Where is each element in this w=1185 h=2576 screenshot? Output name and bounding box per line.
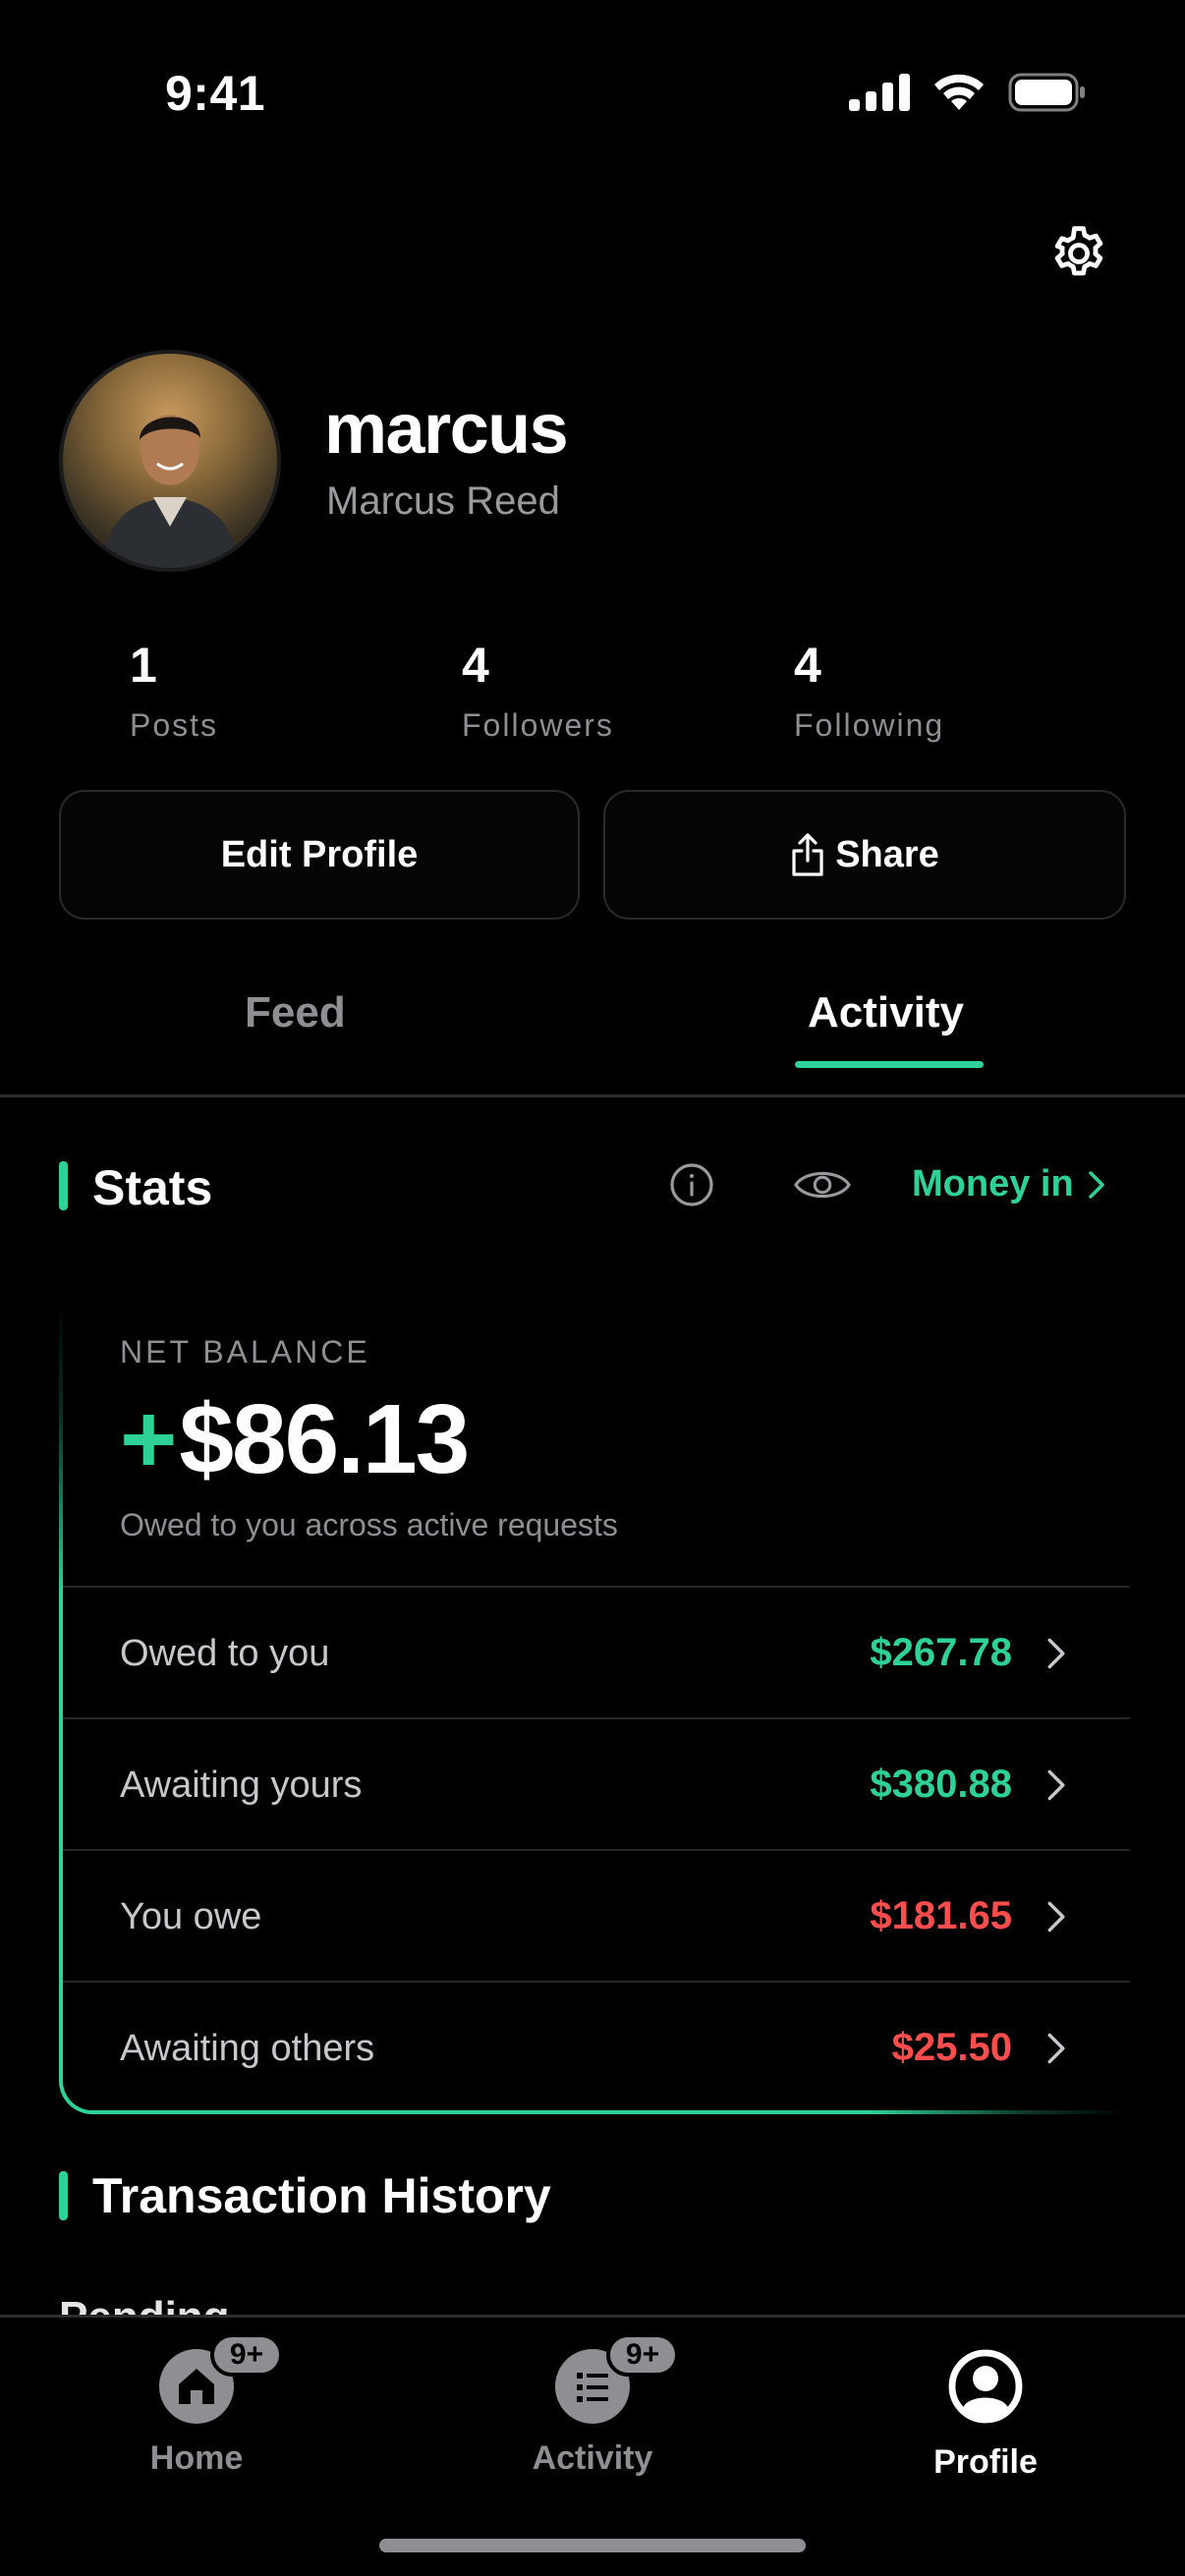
row-value: $181.65 <box>870 1894 1012 1937</box>
stat-posts[interactable]: 1 Posts <box>130 637 218 744</box>
row-value: $267.78 <box>870 1631 1012 1674</box>
net-balance-sign: + <box>120 1384 177 1494</box>
stat-posts-label: Posts <box>130 707 219 743</box>
chevron-right-icon <box>1047 1638 1065 1669</box>
stats-title: Stats <box>92 1160 213 1215</box>
tab-bar-profile-label: Profile <box>933 2443 1038 2481</box>
net-balance-amount: + $86.13 <box>120 1383 470 1496</box>
balance-card: NET BALANCE + $86.13 Owed to you across … <box>59 1299 1130 2114</box>
tab-bar-activity-label: Activity <box>532 2439 653 2477</box>
stat-posts-value: 1 <box>130 638 157 693</box>
status-time: 9:41 <box>165 66 266 121</box>
tab-activity[interactable]: Activity <box>808 988 964 1037</box>
money-in-label: Money in <box>912 1163 1074 1204</box>
card-accent-fade <box>59 1299 63 1594</box>
balance-row-owed-to-you[interactable]: Owed to you $267.78 <box>63 1586 1130 1717</box>
chevron-right-icon <box>1047 2033 1065 2064</box>
battery-icon <box>1008 73 1085 112</box>
bottom-tab-bar: 9+ Home 9+ Activity Profile <box>0 2315 1185 2576</box>
row-label: Awaiting yours <box>120 1764 363 1806</box>
stat-followers[interactable]: 4 Followers <box>462 637 614 744</box>
activity-badge: 9+ <box>606 2333 679 2377</box>
info-icon[interactable] <box>668 1161 715 1208</box>
stat-following-label: Following <box>794 707 945 743</box>
edit-profile-label: Edit Profile <box>220 833 419 875</box>
balance-row-awaiting-others[interactable]: Awaiting others $25.50 <box>63 1981 1130 2112</box>
tab-bar-home-label: Home <box>149 2439 244 2477</box>
status-icons <box>849 73 1087 112</box>
home-badge: 9+ <box>210 2333 283 2377</box>
stat-followers-value: 4 <box>462 638 489 693</box>
money-in-filter[interactable]: Money in <box>912 1163 1105 1205</box>
stat-following-value: 4 <box>794 638 821 693</box>
stat-followers-label: Followers <box>462 707 614 743</box>
history-accent-bar <box>59 2171 68 2220</box>
net-balance-value: $86.13 <box>179 1384 470 1494</box>
row-value: $25.50 <box>891 2026 1012 2069</box>
share-icon <box>792 833 823 876</box>
tabs-divider <box>0 1094 1185 1097</box>
profile-icon <box>948 2349 1023 2424</box>
home-indicator <box>379 2539 806 2552</box>
chevron-right-icon <box>1047 1769 1065 1801</box>
tab-bar-home[interactable]: 9+ Home <box>79 2318 314 2514</box>
tab-bar-activity[interactable]: 9+ Activity <box>475 2318 710 2514</box>
full-name: Marcus Reed <box>326 479 560 523</box>
wifi-icon <box>934 74 984 110</box>
settings-button[interactable] <box>1044 218 1114 289</box>
chevron-right-icon <box>1088 1170 1104 1199</box>
share-button[interactable]: Share <box>603 790 1126 920</box>
stat-following[interactable]: 4 Following <box>794 637 944 744</box>
row-label: Owed to you <box>120 1633 330 1674</box>
net-balance-label: NET BALANCE <box>120 1334 370 1370</box>
share-label: Share <box>835 833 939 875</box>
transaction-history-title: Transaction History <box>92 2168 551 2223</box>
gear-icon <box>1054 226 1103 276</box>
eye-icon[interactable] <box>794 1165 851 1204</box>
row-value: $380.88 <box>870 1763 1012 1806</box>
username: marcus <box>324 390 569 469</box>
cellular-signal-icon <box>849 74 910 111</box>
balance-row-you-owe[interactable]: You owe $181.65 <box>63 1849 1130 1981</box>
tab-feed[interactable]: Feed <box>245 988 346 1037</box>
row-label: Awaiting others <box>120 2028 375 2069</box>
avatar-portrait <box>102 415 238 568</box>
tab-bar-profile[interactable]: Profile <box>868 2318 1103 2514</box>
balance-row-awaiting-yours[interactable]: Awaiting yours $380.88 <box>63 1717 1130 1849</box>
avatar[interactable] <box>59 350 281 572</box>
active-tab-indicator <box>795 1061 984 1068</box>
edit-profile-button[interactable]: Edit Profile <box>59 790 580 920</box>
net-balance-subtitle: Owed to you across active requests <box>120 1507 618 1542</box>
status-bar: 9:41 <box>0 0 1185 187</box>
chevron-right-icon <box>1047 1901 1065 1932</box>
row-label: You owe <box>120 1896 262 1937</box>
stats-accent-bar <box>59 1161 68 1210</box>
